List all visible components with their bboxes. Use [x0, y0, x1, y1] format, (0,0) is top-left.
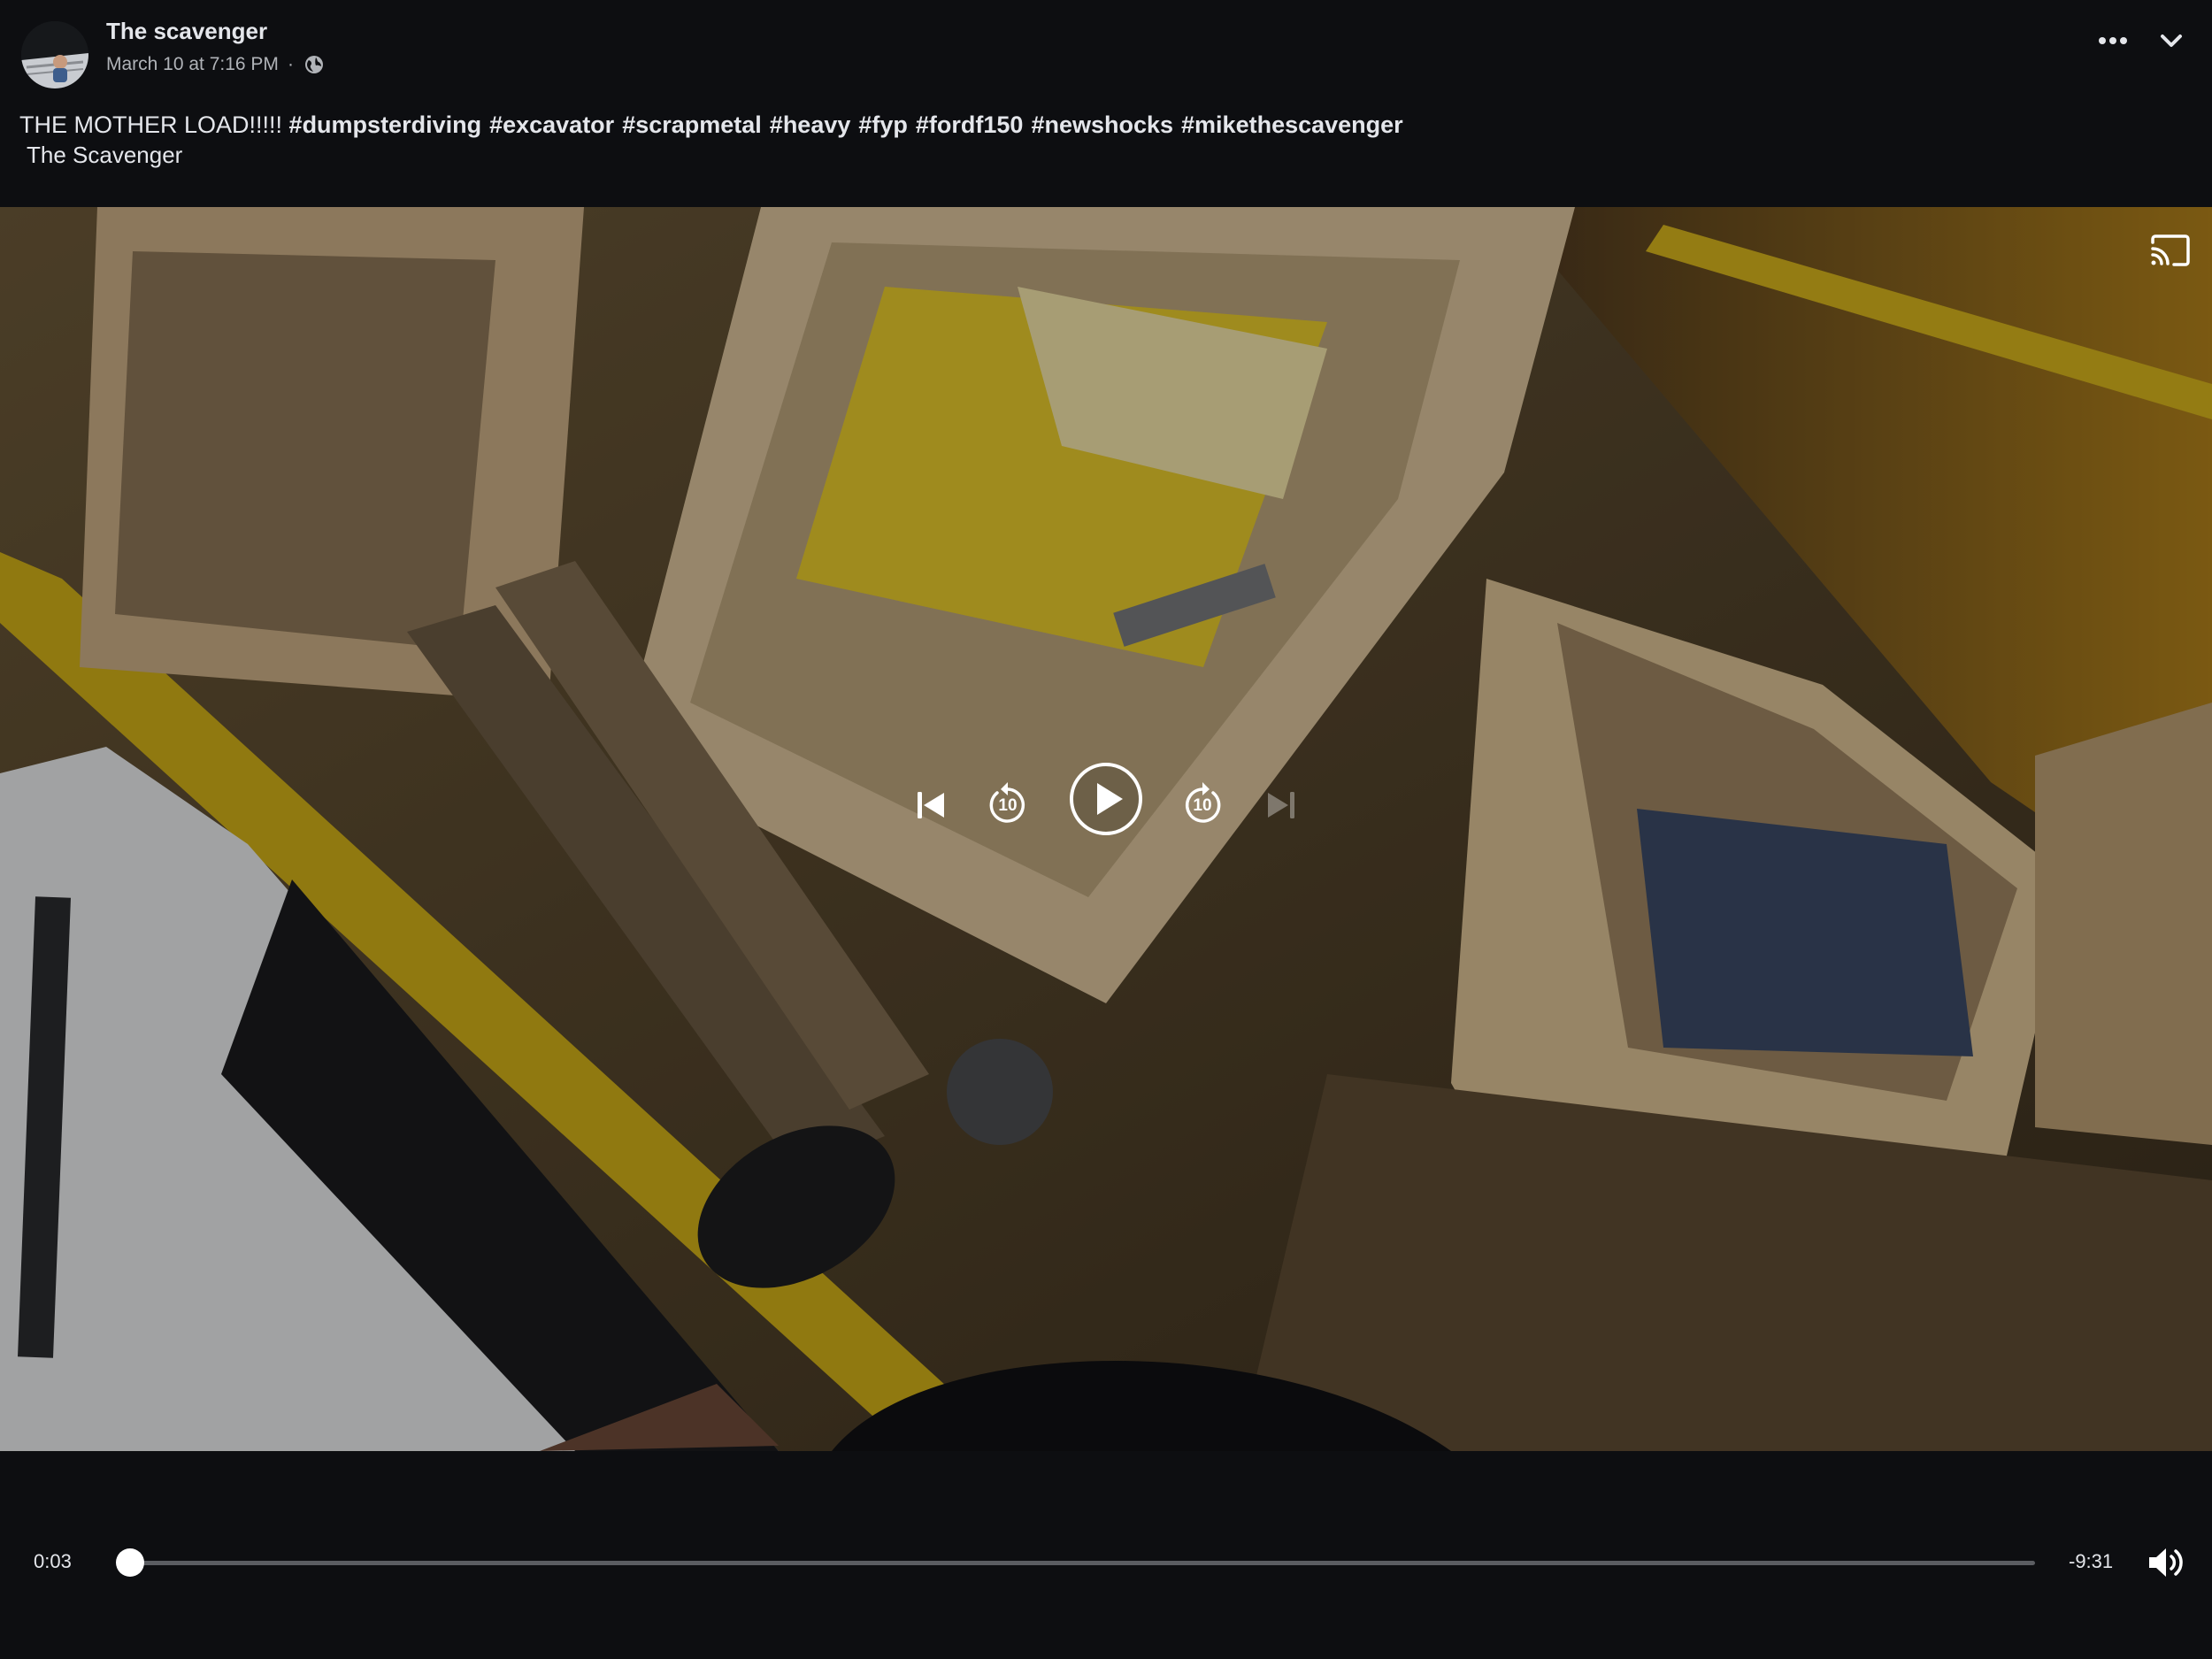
play-button[interactable] [1068, 761, 1144, 837]
progress-thumb[interactable] [115, 1548, 144, 1577]
post-caption: THE MOTHER LOAD!!!!! #dumpsterdiving #exc… [19, 110, 2187, 140]
previous-button[interactable] [908, 782, 954, 828]
remaining-time: -9:31 [2069, 1550, 2114, 1572]
skip-next-icon [1268, 792, 1294, 818]
cast-button[interactable] [2146, 230, 2195, 271]
hashtag-link[interactable]: #dumpsterdiving [289, 111, 482, 138]
hashtag-link[interactable]: #excavator [489, 111, 614, 138]
skip-previous-icon [918, 792, 944, 818]
chevron-down-icon [2161, 35, 2182, 47]
rewind-10-button[interactable]: 10 [985, 777, 1031, 833]
more-dots-icon [2099, 37, 2127, 44]
more-options-button[interactable] [2090, 19, 2136, 62]
hashtag-link[interactable]: #fordf150 [916, 111, 1024, 138]
post-date[interactable]: March 10 at 7:16 PM [106, 54, 279, 75]
cast-icon [2151, 234, 2190, 266]
play-icon [1070, 763, 1142, 835]
rewind-10-icon [989, 782, 1025, 823]
author-name[interactable]: The scavenger [106, 18, 267, 45]
globe-icon[interactable] [303, 53, 326, 76]
progress-bar[interactable] [115, 1548, 2035, 1577]
hashtag-link[interactable]: #fyp [858, 111, 908, 138]
post-meta: March 10 at 7:16 PM · [106, 51, 326, 78]
collapse-button[interactable] [2148, 19, 2194, 62]
volume-button[interactable] [2145, 1541, 2187, 1584]
hashtag-link[interactable]: #scrapmetal [622, 111, 762, 138]
volume-icon [2149, 1548, 2183, 1577]
hashtag-link[interactable]: #newshocks [1031, 111, 1173, 138]
forward-10-icon [1185, 782, 1221, 823]
meta-separator: · [287, 54, 294, 74]
hashtag-link[interactable]: #heavy [770, 111, 851, 138]
elapsed-time: 0:03 [34, 1550, 72, 1572]
hashtag-link[interactable]: #mikethescavenger [1181, 111, 1403, 138]
author-avatar[interactable] [21, 21, 88, 88]
caption-subline: The Scavenger [27, 142, 183, 168]
video-post-viewer: The scavenger March 10 at 7:16 PM · THE … [0, 0, 2212, 1659]
hashtag-list: #dumpsterdiving #excavator #scrapmetal #hea… [289, 111, 1411, 138]
video-player[interactable]: 10 10 [0, 207, 2212, 1451]
next-button[interactable] [1258, 782, 1304, 828]
forward-10-button[interactable]: 10 [1179, 777, 1225, 833]
caption-text: THE MOTHER LOAD!!!!! [19, 111, 283, 138]
